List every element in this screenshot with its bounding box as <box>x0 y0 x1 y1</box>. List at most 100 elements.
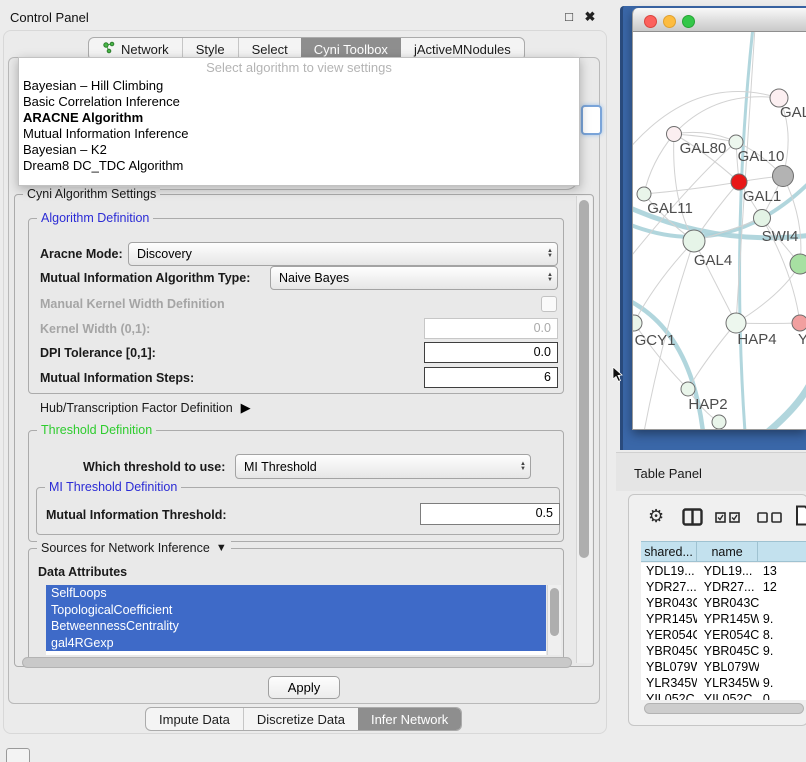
mi-type-combo[interactable]: Naive Bayes ▲▼ <box>270 266 558 290</box>
close-window-icon[interactable] <box>644 15 657 28</box>
dpi-tolerance-label: DPI Tolerance [0,1]: <box>40 346 156 360</box>
network-node[interactable] <box>754 210 771 227</box>
which-threshold-label: Which threshold to use: <box>83 460 225 474</box>
algorithm-option[interactable]: Bayesian – Hill Climbing <box>19 78 579 94</box>
network-edge[interactable] <box>688 323 736 389</box>
table-hscrollbar-thumb[interactable] <box>644 703 804 714</box>
list-item[interactable]: SelfLoops <box>46 585 546 602</box>
collapse-arrow-icon[interactable]: ▼ <box>216 542 227 554</box>
network-tab-icon <box>102 41 116 57</box>
table-panel-title: Table Panel <box>634 466 702 481</box>
network-node-label: GAL <box>780 104 806 121</box>
tab-discretize-data[interactable]: Discretize Data <box>243 708 358 730</box>
tab-impute-data[interactable]: Impute Data <box>146 708 243 730</box>
aracne-mode-label: Aracne Mode: <box>40 247 123 261</box>
float-panel-button[interactable]: □ <box>561 9 577 25</box>
network-node[interactable] <box>773 166 794 187</box>
network-node-label: GAL10 <box>738 148 785 165</box>
network-node[interactable] <box>729 135 743 149</box>
hub-definition-expander[interactable]: Hub/Transcription Factor Definition ▶ <box>40 400 251 416</box>
mi-threshold-label: Mutual Information Threshold: <box>46 508 227 522</box>
network-node[interactable] <box>637 187 651 201</box>
table-cell: YIL052C <box>697 691 759 700</box>
panel-grip-button[interactable] <box>6 748 30 762</box>
network-window-titlebar[interactable] <box>632 8 806 32</box>
table-row[interactable]: YBR043CYBR043C <box>641 595 806 611</box>
table-row[interactable]: YBR045CYBR045C9. <box>641 643 806 659</box>
new-table-icon[interactable] <box>795 505 806 529</box>
combo-spinner-icon: ▲▼ <box>543 249 557 259</box>
list-item[interactable]: gal4RGexp <box>46 635 546 652</box>
table-row[interactable]: YIL052CYIL052C0. <box>641 691 806 700</box>
table-row[interactable]: YPR145WYPR145W9. <box>641 611 806 627</box>
manual-kernel-checkbox[interactable] <box>541 296 557 312</box>
network-node[interactable] <box>633 315 642 331</box>
table-cell: 8. <box>759 627 806 643</box>
network-node[interactable] <box>681 382 695 396</box>
table-row[interactable]: YBL079WYBL079W <box>641 659 806 675</box>
kernel-width-field[interactable]: 0.0 <box>424 318 558 339</box>
column-header-name[interactable]: name <box>697 541 758 562</box>
dpi-tolerance-field[interactable]: 0.0 <box>424 342 558 363</box>
aracne-mode-combo[interactable]: Discovery ▲▼ <box>128 242 558 266</box>
network-node[interactable] <box>712 415 726 429</box>
network-node-label: HAP4 <box>737 331 776 348</box>
table-cell: 9. <box>759 643 806 659</box>
list-vscrollbar-thumb[interactable] <box>550 588 559 636</box>
network-edge[interactable] <box>644 134 674 194</box>
table-row[interactable]: YER054CYER054C8. <box>641 627 806 643</box>
table-cell: YDL19... <box>641 563 697 579</box>
minimize-window-icon[interactable] <box>663 15 676 28</box>
data-attributes-list[interactable]: SelfLoops TopologicalCoefficient Between… <box>46 585 546 655</box>
column-header-shared[interactable]: shared... <box>641 541 697 562</box>
data-attributes-label: Data Attributes <box>38 565 127 579</box>
list-vscrollbar[interactable] <box>547 585 561 655</box>
table-row[interactable]: YLR345WYLR345W9. <box>641 675 806 691</box>
list-item[interactable]: TopologicalCoefficient <box>46 602 546 619</box>
settings-vscrollbar[interactable] <box>576 196 592 663</box>
column-header-third[interactable] <box>758 541 806 562</box>
network-node[interactable] <box>726 313 746 333</box>
network-node[interactable] <box>683 230 705 252</box>
deselect-all-checkboxes-icon[interactable] <box>757 512 783 526</box>
network-edge[interactable] <box>768 380 806 429</box>
network-node-label: GCY1 <box>635 332 676 349</box>
algorithm-option[interactable]: Bayesian – K2 <box>19 142 579 158</box>
table-cell: YER054C <box>697 627 759 643</box>
algorithm-option[interactable]: Basic Correlation Inference <box>19 94 579 110</box>
table-row[interactable]: YDR27...YDR27...12 <box>641 579 806 595</box>
algorithm-option-selected[interactable]: ARACNE Algorithm <box>19 110 579 126</box>
algorithm-option[interactable]: Dream8 DC_TDC Algorithm <box>19 158 579 174</box>
zoom-window-icon[interactable] <box>682 15 695 28</box>
network-node-label: Y <box>798 331 806 348</box>
network-edge[interactable] <box>736 264 800 323</box>
combo-spinner-icon: ▲▼ <box>516 462 530 472</box>
mi-steps-field[interactable]: 6 <box>424 367 558 388</box>
focused-combo-fragment <box>581 105 602 135</box>
network-edge[interactable] <box>674 97 779 134</box>
algorithm-option[interactable]: Mutual Information Inference <box>19 126 579 142</box>
which-threshold-combo[interactable]: MI Threshold ▲▼ <box>235 454 531 479</box>
threshold-definition-title: Threshold Definition <box>37 423 156 437</box>
network-edge[interactable] <box>644 182 739 194</box>
network-node[interactable] <box>790 254 806 274</box>
settings-group-title: Cyni Algorithm Settings <box>23 187 160 201</box>
settings-hscrollbar-thumb[interactable] <box>22 657 572 668</box>
network-node[interactable] <box>792 315 806 331</box>
table-cell: YER054C <box>641 627 697 643</box>
close-panel-button[interactable]: ✖ <box>582 9 598 25</box>
select-all-checkboxes-icon[interactable] <box>715 512 741 526</box>
table-rows: YDL19...YDL19...13YDR27...YDR27...12YBR0… <box>641 563 806 700</box>
split-columns-icon[interactable] <box>682 508 703 529</box>
gear-icon[interactable]: ⚙ <box>648 506 664 527</box>
mi-threshold-field[interactable]: 0.5 <box>420 503 560 525</box>
apply-button[interactable]: Apply <box>268 676 340 699</box>
network-edge[interactable] <box>783 176 801 264</box>
control-panel-titlebar: Control Panel □ ✖ <box>0 0 610 30</box>
list-item[interactable]: BetweennessCentrality <box>46 618 546 635</box>
network-canvas[interactable]: GALGAL80GAL10GAL1GAL11SWI4GAL4GCY1HAP4YH… <box>633 32 806 429</box>
settings-vscrollbar-thumb[interactable] <box>579 200 589 558</box>
table-row[interactable]: YDL19...YDL19...13 <box>641 563 806 579</box>
tab-infer-network[interactable]: Infer Network <box>358 708 461 730</box>
mouse-cursor <box>612 367 626 383</box>
